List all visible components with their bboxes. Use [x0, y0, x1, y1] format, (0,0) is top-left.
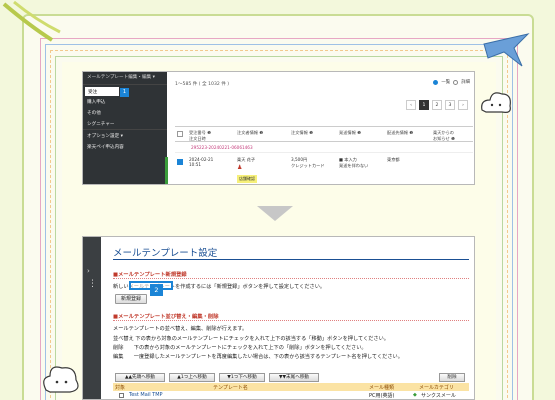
- order-date: 2024-02-21 10:51: [189, 157, 214, 167]
- sidebar-header[interactable]: メールテンプレート編集・編集 ▾: [83, 72, 167, 85]
- chevron-icon[interactable]: ›: [87, 267, 90, 275]
- sort-help: 並べ替え 下の表から対象のメールテンプレートにチェックを入れて上下の該当する「移…: [113, 336, 389, 342]
- row-checkbox[interactable]: [177, 159, 183, 165]
- section-new-title: ■メールテンプレート新規登録: [113, 272, 187, 278]
- col-buyer: 注文者情報 ❶: [237, 130, 264, 135]
- table-row: 2024-02-21 10:51 楽天 花子 ♟ 3,500円 クレジットカード…: [165, 152, 473, 184]
- menu-icon[interactable]: ⋮: [88, 279, 97, 289]
- col-template-name: テンプレート名: [213, 385, 248, 391]
- cloud-icon: [481, 92, 511, 113]
- cloud-icon: [43, 366, 79, 393]
- sidebar-item-rakuten-pay[interactable]: 楽天ペイ申込内容: [83, 141, 167, 152]
- sort-description: メールテンプレートの並べ替え、編集、削除が行えます。: [113, 326, 248, 332]
- col-delivery: 配送先情報 ❶: [387, 130, 414, 135]
- col-order-info: 注文情報 ❶: [291, 130, 313, 135]
- page-2-button[interactable]: 2: [432, 100, 442, 110]
- view-toggle[interactable]: 一覧 詳細: [433, 79, 470, 85]
- view-detail-label: 詳細: [461, 80, 470, 85]
- edit-help: 編集 一度登録したメールテンプレートを再度編集したい場合は、下の表から該当するテ…: [113, 354, 403, 360]
- sidebar-item-order[interactable]: 受注: [85, 87, 119, 96]
- page-title: メールテンプレート設定: [113, 248, 218, 259]
- row-checkbox[interactable]: [119, 393, 124, 398]
- sidebar-item-purchase-apply[interactable]: 購入申込: [83, 96, 167, 107]
- template-table-header: 対象 テンプレート名 メール種類 メールカテゴリ: [113, 383, 469, 391]
- section-sort-title: ■メールテンプレート並び替え・編集・削除: [113, 314, 219, 320]
- table-row: Test Mail TMP PC用(英語) ◆ サンクスメール: [113, 391, 469, 399]
- page-1-button[interactable]: 1: [419, 100, 429, 110]
- star-icon: [483, 33, 530, 67]
- template-name-link[interactable]: Test Mail TMP: [129, 392, 163, 398]
- sidebar-item-options[interactable]: オプション設定 ▾: [83, 130, 167, 141]
- move-top-button[interactable]: ▲▲先頭へ移動: [115, 373, 165, 382]
- radio-icon[interactable]: [453, 79, 459, 85]
- order-number-link[interactable]: 295223-20240221-06061463: [191, 145, 253, 150]
- order-list-screenshot: メールテンプレート編集・編集 ▾ 受注 購入申込 その他 シグニチャー オプショ…: [82, 71, 475, 185]
- mail-template-screenshot: › ⋮ メールテンプレート設定 ■メールテンプレート新規登録 新しいメールテンプ…: [82, 236, 475, 400]
- payment-info: 3,500円 クレジットカード: [291, 157, 325, 168]
- col-shipping: 発送情報 ❶: [339, 130, 361, 135]
- prev-page-button[interactable]: ‹: [406, 100, 416, 110]
- col-mail-category: メールカテゴリ: [419, 385, 454, 391]
- status-tag: 店舗確認: [237, 175, 257, 183]
- collapsed-sidebar[interactable]: › ⋮: [83, 237, 101, 399]
- result-count: 1〜585 件 ( 全 1032 件 ): [175, 82, 230, 87]
- sidebar-item-signature[interactable]: シグニチャー: [83, 118, 167, 129]
- radio-icon[interactable]: [433, 79, 439, 85]
- mail-type: PC用(英語): [369, 393, 395, 399]
- col-notice: 楽天からの お知らせ ❶: [433, 130, 455, 141]
- table-header: 受注番号 ❶ 注文日時 注文者情報 ❶ 注文情報 ❶ 発送情報 ❶ 配送先情報 …: [175, 126, 473, 142]
- shipping-info: ■ 本入力 発送を伴わない: [339, 157, 369, 168]
- move-bottom-button[interactable]: ▼▼末尾へ移動: [269, 373, 319, 382]
- paperclip-icon: [2, 0, 61, 42]
- sidebar-item-other[interactable]: その他: [83, 107, 167, 118]
- delivery-address: 東京都: [387, 157, 400, 162]
- move-toolbar: ▲▲先頭へ移動 ▲1つ上へ移動 ▼1つ下へ移動 ▼▼末尾へ移動 削除: [113, 373, 469, 383]
- check-icon: ◆: [413, 392, 417, 398]
- delete-button[interactable]: 削除: [439, 373, 465, 382]
- user-icon: ♟: [237, 164, 243, 171]
- mail-category: サンクスメール: [421, 393, 456, 399]
- view-list-label: 一覧: [441, 80, 451, 85]
- row-highlight: [165, 157, 168, 184]
- move-up-button[interactable]: ▲1つ上へ移動: [169, 373, 215, 382]
- step-badge: 1: [120, 88, 129, 97]
- new-register-button[interactable]: 新規登録: [115, 294, 147, 304]
- next-page-button[interactable]: ›: [458, 100, 468, 110]
- move-down-button[interactable]: ▼1つ下へ移動: [219, 373, 265, 382]
- col-target: 対象: [115, 385, 126, 391]
- page-3-button[interactable]: 3: [445, 100, 455, 110]
- step-badge: 2: [150, 284, 163, 296]
- delete-help: 削除 下の表から対象のメールテンプレートにチェックを入れて上下の「削除」ボタンを…: [113, 345, 367, 351]
- col-order-no: 受注番号 ❶ 注文日時: [189, 130, 211, 141]
- col-mail-type: メール種類: [369, 385, 395, 391]
- select-all-checkbox[interactable]: [177, 131, 183, 137]
- pagination: ‹ 1 2 3 ›: [406, 100, 468, 110]
- down-arrow-icon: [257, 206, 293, 221]
- buyer-name: 楽天 花子: [237, 157, 256, 162]
